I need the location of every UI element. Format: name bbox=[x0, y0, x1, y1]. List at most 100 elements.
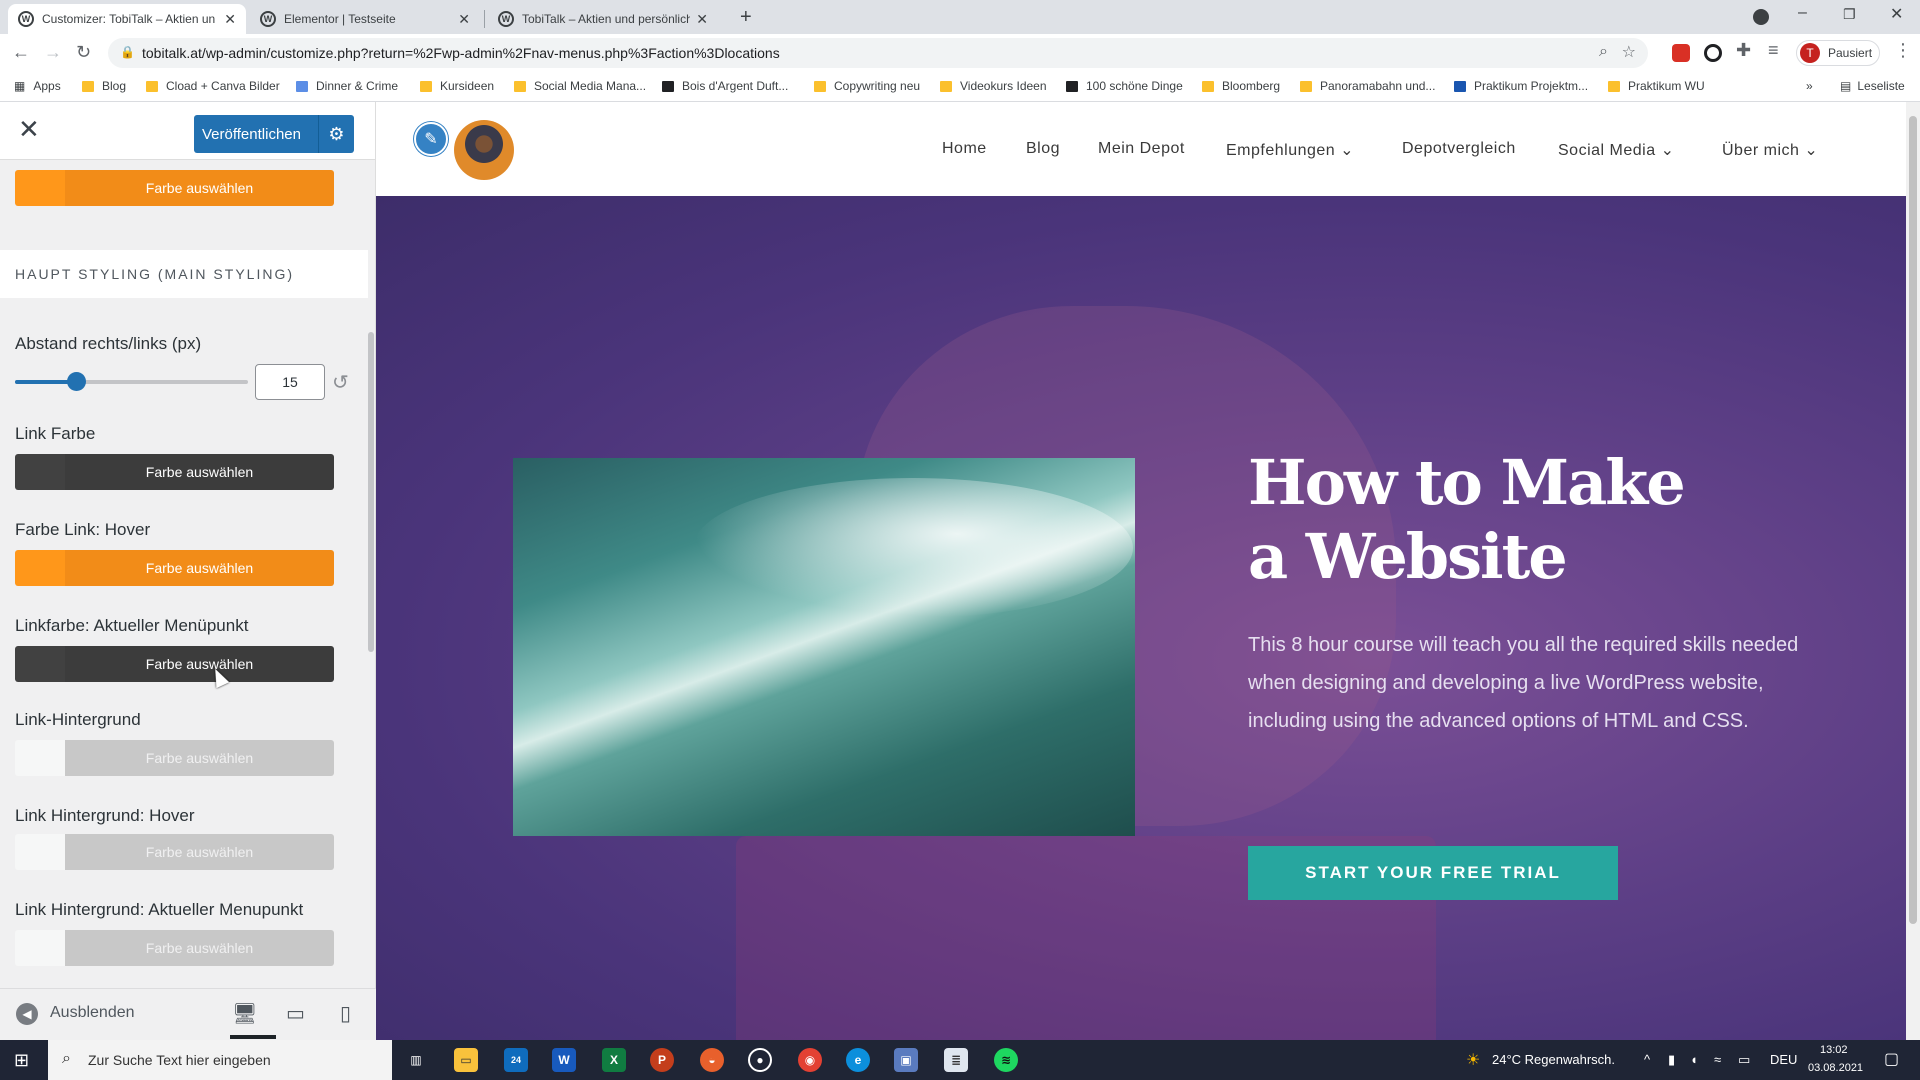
spacing-slider-thumb[interactable] bbox=[66, 372, 86, 391]
task-view-icon[interactable]: ▥ bbox=[404, 1048, 428, 1072]
clock-date[interactable]: 03.08.2021 bbox=[1808, 1062, 1863, 1074]
windows-start-icon[interactable]: ⊞ bbox=[14, 1050, 29, 1071]
volume-icon[interactable]: ◖ bbox=[1690, 1052, 1698, 1067]
tab-title: Customizer: TobiTalk – Aktien un bbox=[42, 12, 216, 26]
chrome-icon[interactable]: ◉ bbox=[798, 1048, 822, 1072]
color-picker-button[interactable]: Farbe auswählen bbox=[15, 740, 334, 776]
tab-customizer[interactable]: W Customizer: TobiTalk – Aktien un ✕ bbox=[8, 4, 246, 34]
back-icon[interactable]: ← bbox=[12, 42, 30, 63]
mail-icon[interactable]: 24 bbox=[504, 1048, 528, 1072]
hero-title: How to Make a Website bbox=[1248, 446, 1686, 593]
bookmark-item[interactable]: Bois d'Argent Duft... bbox=[662, 79, 788, 93]
bookmark-item[interactable]: Cload + Canva Bilder bbox=[146, 79, 280, 93]
color-picker-button[interactable]: Farbe auswählen bbox=[15, 834, 334, 870]
bookmark-item[interactable]: Copywriting neu bbox=[814, 79, 920, 93]
site-logo-avatar[interactable] bbox=[454, 120, 514, 180]
reading-list[interactable]: ▤ Leseliste bbox=[1840, 79, 1905, 93]
bookmark-item[interactable]: Dinner & Crime bbox=[296, 79, 398, 93]
nav-item-blog[interactable]: Blog bbox=[1026, 140, 1060, 158]
mobile-preview-icon[interactable]: ▯ bbox=[340, 1001, 351, 1026]
obs-icon[interactable]: ● bbox=[748, 1048, 772, 1072]
grammarly-icon[interactable] bbox=[1704, 44, 1722, 62]
bookmarks-overflow[interactable]: » bbox=[1806, 79, 1813, 93]
powerpoint-icon[interactable]: P bbox=[650, 1048, 674, 1072]
close-window-icon[interactable]: ✕ bbox=[1890, 4, 1903, 24]
tab-tobitalk[interactable]: W TobiTalk – Aktien und persönliche ✕ bbox=[488, 4, 718, 34]
color-picker-button[interactable]: Farbe auswählen bbox=[15, 550, 334, 586]
close-tab-icon[interactable]: ✕ bbox=[224, 11, 236, 28]
color-picker-button[interactable]: Farbe auswählen bbox=[15, 454, 334, 490]
language-indicator[interactable]: DEU bbox=[1770, 1052, 1797, 1067]
nav-item-depotvergleich[interactable]: Depotvergleich bbox=[1402, 140, 1516, 158]
bookmark-item[interactable]: Bloomberg bbox=[1202, 79, 1280, 93]
bookmark-item[interactable]: Videokurs Ideen bbox=[940, 79, 1047, 93]
hide-controls-button[interactable]: Ausblenden bbox=[50, 1004, 135, 1022]
edge-icon[interactable]: e bbox=[846, 1048, 870, 1072]
bookmark-item[interactable]: Panoramabahn und... bbox=[1300, 79, 1435, 93]
hero-video[interactable] bbox=[513, 458, 1135, 836]
nav-item-empfehlungen[interactable]: Empfehlungen ⌄ bbox=[1226, 140, 1354, 160]
tab-elementor[interactable]: W Elementor | Testseite ✕ bbox=[250, 4, 480, 34]
extensions-icon[interactable]: ✚ bbox=[1736, 40, 1751, 61]
menu-kebab-icon[interactable]: ⋮ bbox=[1894, 40, 1912, 61]
close-tab-icon[interactable]: ✕ bbox=[458, 11, 470, 28]
publish-button[interactable]: Veröffentlichen ⚙ bbox=[194, 115, 354, 153]
color-picker-button[interactable]: Farbe auswählen bbox=[15, 930, 334, 966]
bookmark-item[interactable]: 100 schöne Dinge bbox=[1066, 79, 1183, 93]
network-icon[interactable]: ▮ bbox=[1668, 1052, 1675, 1068]
notification-icon[interactable]: ▢ bbox=[1884, 1049, 1899, 1069]
word-icon[interactable]: W bbox=[552, 1048, 576, 1072]
site-header: ✎ Home Blog Mein Depot Empfehlungen ⌄ De… bbox=[376, 102, 1906, 196]
media-control-icon[interactable]: ≡ bbox=[1768, 40, 1779, 61]
app-icon[interactable]: ▣ bbox=[894, 1048, 918, 1072]
address-bar[interactable]: 🔒 tobitalk.at/wp-admin/customize.php?ret… bbox=[108, 38, 1648, 68]
zoom-icon[interactable]: ⌕ bbox=[1599, 43, 1608, 61]
profile-button[interactable]: T Pausiert bbox=[1796, 40, 1880, 66]
sidebar-scrollbar[interactable] bbox=[368, 332, 374, 652]
nav-item-ueber-mich[interactable]: Über mich ⌄ bbox=[1722, 140, 1818, 160]
tray-chevron-icon[interactable]: ^ bbox=[1644, 1052, 1650, 1067]
bookmark-item[interactable]: Praktikum WU bbox=[1608, 79, 1705, 93]
restore-icon[interactable]: ❐ bbox=[1843, 6, 1856, 23]
reset-icon[interactable]: ↺ bbox=[332, 370, 349, 395]
reload-icon[interactable]: ↻ bbox=[76, 42, 91, 63]
tablet-preview-icon[interactable]: ▭ bbox=[286, 1001, 305, 1026]
spotify-icon[interactable]: ≋ bbox=[994, 1048, 1018, 1072]
bookmark-item[interactable]: Social Media Mana... bbox=[514, 79, 646, 93]
clock-time[interactable]: 13:02 bbox=[1820, 1044, 1848, 1056]
color-picker-button[interactable]: Farbe auswählen bbox=[15, 646, 334, 682]
wave-foam bbox=[693, 478, 1133, 618]
file-explorer-icon[interactable]: ▭ bbox=[454, 1048, 478, 1072]
close-customizer-icon[interactable]: ✕ bbox=[18, 114, 40, 145]
close-tab-icon[interactable]: ✕ bbox=[696, 11, 708, 28]
minimize-icon[interactable]: – bbox=[1798, 4, 1807, 22]
nav-item-home[interactable]: Home bbox=[942, 140, 987, 158]
desktop-preview-icon[interactable]: 🖥 bbox=[232, 1001, 257, 1026]
bookmark-apps[interactable]: ▦ Apps bbox=[14, 79, 61, 93]
notepad-icon[interactable]: ≣ bbox=[944, 1048, 968, 1072]
weather-text[interactable]: 24°C Regenwahrsch. bbox=[1492, 1052, 1615, 1067]
bookmark-item[interactable]: Blog bbox=[82, 79, 126, 93]
preview-scrollbar-thumb[interactable] bbox=[1909, 116, 1917, 924]
color-picker-button[interactable]: Farbe auswählen bbox=[15, 170, 334, 206]
new-tab-button[interactable]: + bbox=[740, 6, 752, 29]
nav-item-mein-depot[interactable]: Mein Depot bbox=[1098, 140, 1185, 158]
gear-icon[interactable]: ⚙ bbox=[318, 115, 354, 153]
nav-item-social-media[interactable]: Social Media ⌄ bbox=[1558, 140, 1674, 160]
weather-icon[interactable]: ☀ bbox=[1466, 1050, 1480, 1070]
tab-search-icon[interactable] bbox=[1753, 9, 1769, 25]
keyboard-icon[interactable]: ▭ bbox=[1738, 1052, 1750, 1068]
adblock-icon[interactable] bbox=[1672, 44, 1690, 62]
taskbar-search[interactable]: ⌕ Zur Suche Text hier eingeben bbox=[48, 1040, 392, 1080]
spacing-number-input[interactable]: 15 bbox=[255, 364, 325, 400]
start-free-trial-button[interactable]: START YOUR FREE TRIAL bbox=[1248, 846, 1618, 900]
forward-icon[interactable]: → bbox=[44, 42, 62, 63]
bookmark-item[interactable]: Praktikum Projektm... bbox=[1454, 79, 1588, 93]
bookmark-star-icon[interactable]: ☆ bbox=[1622, 42, 1636, 62]
excel-icon[interactable]: X bbox=[602, 1048, 626, 1072]
collapse-icon[interactable]: ◀ bbox=[16, 1003, 38, 1025]
bookmark-item[interactable]: Kursideen bbox=[420, 79, 494, 93]
edit-shortcut-pencil-icon[interactable]: ✎ bbox=[414, 122, 448, 156]
app-icon[interactable]: ◒ bbox=[700, 1048, 724, 1072]
wifi-icon[interactable]: ≈ bbox=[1714, 1052, 1721, 1067]
